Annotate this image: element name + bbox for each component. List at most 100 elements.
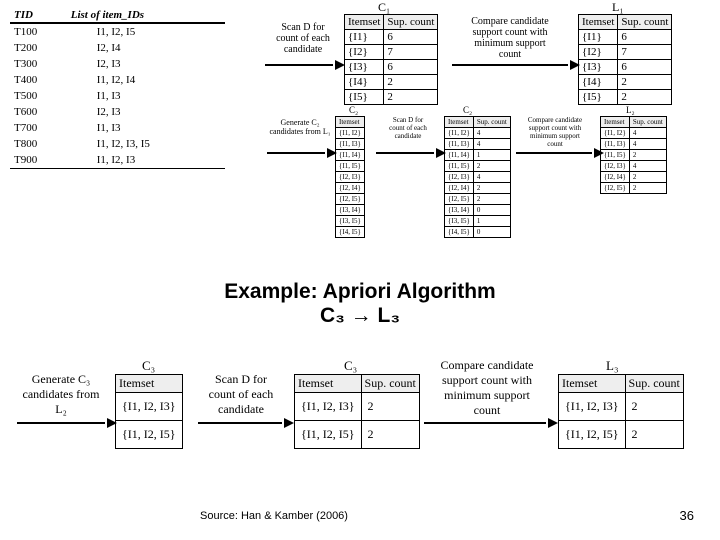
cell: {I3, I4}	[445, 205, 474, 216]
cell: T600	[10, 104, 67, 120]
cell: 2	[473, 183, 510, 194]
c3b-title: C₃	[344, 358, 357, 374]
cell: {I2, I5}	[601, 183, 630, 194]
cell: I1, I2, I3	[67, 152, 225, 169]
l2-h1: Sup. count	[629, 117, 666, 128]
l1-h0: Itemset	[579, 15, 618, 30]
scan-label-3: Scan D for count of each candidate	[198, 372, 284, 417]
cell: I2, I3	[67, 104, 225, 120]
cell: I1, I2, I5	[67, 23, 225, 40]
db-head-tid: TID	[10, 8, 67, 23]
cell: {I1, I2, I5}	[559, 421, 626, 449]
page-num: 36	[680, 508, 694, 523]
cell: {I1, I5}	[445, 161, 474, 172]
c2a-table: Itemset {I1, I2}{I1, I3}{I1, I4}{I1, I5}…	[335, 116, 365, 238]
cell: T400	[10, 72, 67, 88]
l3-h1: Sup. count	[625, 375, 683, 393]
cell: 2	[629, 183, 666, 194]
cell: 2	[361, 421, 419, 449]
cell: {I1, I2}	[336, 128, 365, 139]
l1-title: L₁	[612, 0, 624, 15]
c2b-h0: Itemset	[445, 117, 474, 128]
c1-table: ItemsetSup. count {I1}6{I2}7{I3}6{I4}2{I…	[344, 14, 438, 105]
cell: 2	[618, 75, 672, 90]
cmp-label-1: Compare candidate support count with min…	[450, 16, 570, 60]
cell: {I1, I4}	[336, 150, 365, 161]
cell: {I1, I5}	[601, 150, 630, 161]
cell: {I3}	[345, 60, 384, 75]
cell: {I5}	[345, 90, 384, 105]
c3a-h: Itemset	[116, 375, 183, 393]
cell: {I2, I4}	[336, 183, 365, 194]
l1-table: ItemsetSup. count {I1}6{I2}7{I3}6{I4}2{I…	[578, 14, 672, 105]
gen-label-3: Generate C₃ candidates from L₂	[15, 372, 107, 417]
cell: 2	[618, 90, 672, 105]
db-table: TIDList of item_IDs T100I1, I2, I5T200I2…	[10, 8, 225, 169]
cell: 6	[384, 30, 438, 45]
cell: 7	[384, 45, 438, 60]
l2-title: L₂	[626, 105, 635, 115]
cell: T700	[10, 120, 67, 136]
main-title: Example: Apriori Algorithm C₃ → L₃	[0, 280, 720, 328]
cell: 2	[625, 421, 683, 449]
c3b-h1: Sup. count	[361, 375, 419, 393]
cell: 6	[384, 60, 438, 75]
cell: 6	[618, 30, 672, 45]
c3b-h0: Itemset	[295, 375, 362, 393]
cell: {I4, I5}	[445, 227, 474, 238]
db-head-items: List of item_IDs	[67, 8, 225, 23]
cell: {I2}	[579, 45, 618, 60]
c1-title: C₁	[378, 0, 390, 15]
c3b-table: ItemsetSup. count {I1, I2, I3}2{I1, I2, …	[294, 374, 420, 449]
cell: 2	[629, 150, 666, 161]
l2-table: ItemsetSup. count {I1, I2}4{I1, I3}4{I1,…	[600, 116, 667, 194]
c3a-table: Itemset {I1, I2, I3}{I1, I2, I5}	[115, 374, 183, 449]
cell: {I5}	[579, 90, 618, 105]
cell: {I1, I2, I3}	[559, 393, 626, 421]
l2-h0: Itemset	[601, 117, 630, 128]
cell: {I2, I4}	[445, 183, 474, 194]
cell: {I1}	[579, 30, 618, 45]
cell: 2	[384, 75, 438, 90]
cell: {I2, I4}	[601, 172, 630, 183]
c2a-h: Itemset	[336, 117, 365, 128]
cell: I2, I3	[67, 56, 225, 72]
cell: {I1, I3}	[336, 139, 365, 150]
cell: 4	[629, 139, 666, 150]
cell: 4	[473, 172, 510, 183]
cell: 4	[629, 161, 666, 172]
cell: {I1}	[345, 30, 384, 45]
cell: I2, I4	[67, 40, 225, 56]
cell: {I2, I3}	[601, 161, 630, 172]
source: Source: Han & Kamber (2006)	[200, 510, 348, 522]
c2b-h1: Sup. count	[473, 117, 510, 128]
cell: {I1, I5}	[336, 161, 365, 172]
cell: {I2}	[345, 45, 384, 60]
cell: {I3, I4}	[336, 205, 365, 216]
c1-h0: Itemset	[345, 15, 384, 30]
cell: 6	[618, 60, 672, 75]
cell: {I3}	[579, 60, 618, 75]
cell: {I2, I3}	[445, 172, 474, 183]
cell: 2	[629, 172, 666, 183]
cell: 7	[618, 45, 672, 60]
cell: I1, I2, I3, I5	[67, 136, 225, 152]
cell: {I1, I2}	[445, 128, 474, 139]
cell: 0	[473, 205, 510, 216]
cell: {I1, I3}	[601, 139, 630, 150]
cell: 2	[384, 90, 438, 105]
cell: {I1, I2, I5}	[116, 421, 183, 449]
cmp-label-3: Compare candidate support count with min…	[424, 358, 550, 418]
cell: 1	[473, 216, 510, 227]
c1-h1: Sup. count	[384, 15, 438, 30]
cell: {I4, I5}	[336, 227, 365, 238]
scan-label-1: Scan D for count of each candidate	[266, 22, 340, 55]
cell: 4	[473, 128, 510, 139]
cell: {I4}	[579, 75, 618, 90]
cell: {I4}	[345, 75, 384, 90]
c3a-title: C₃	[142, 358, 155, 374]
cell: {I3, I5}	[336, 216, 365, 227]
cell: T900	[10, 152, 67, 169]
cell: I1, I3	[67, 88, 225, 104]
cell: T200	[10, 40, 67, 56]
